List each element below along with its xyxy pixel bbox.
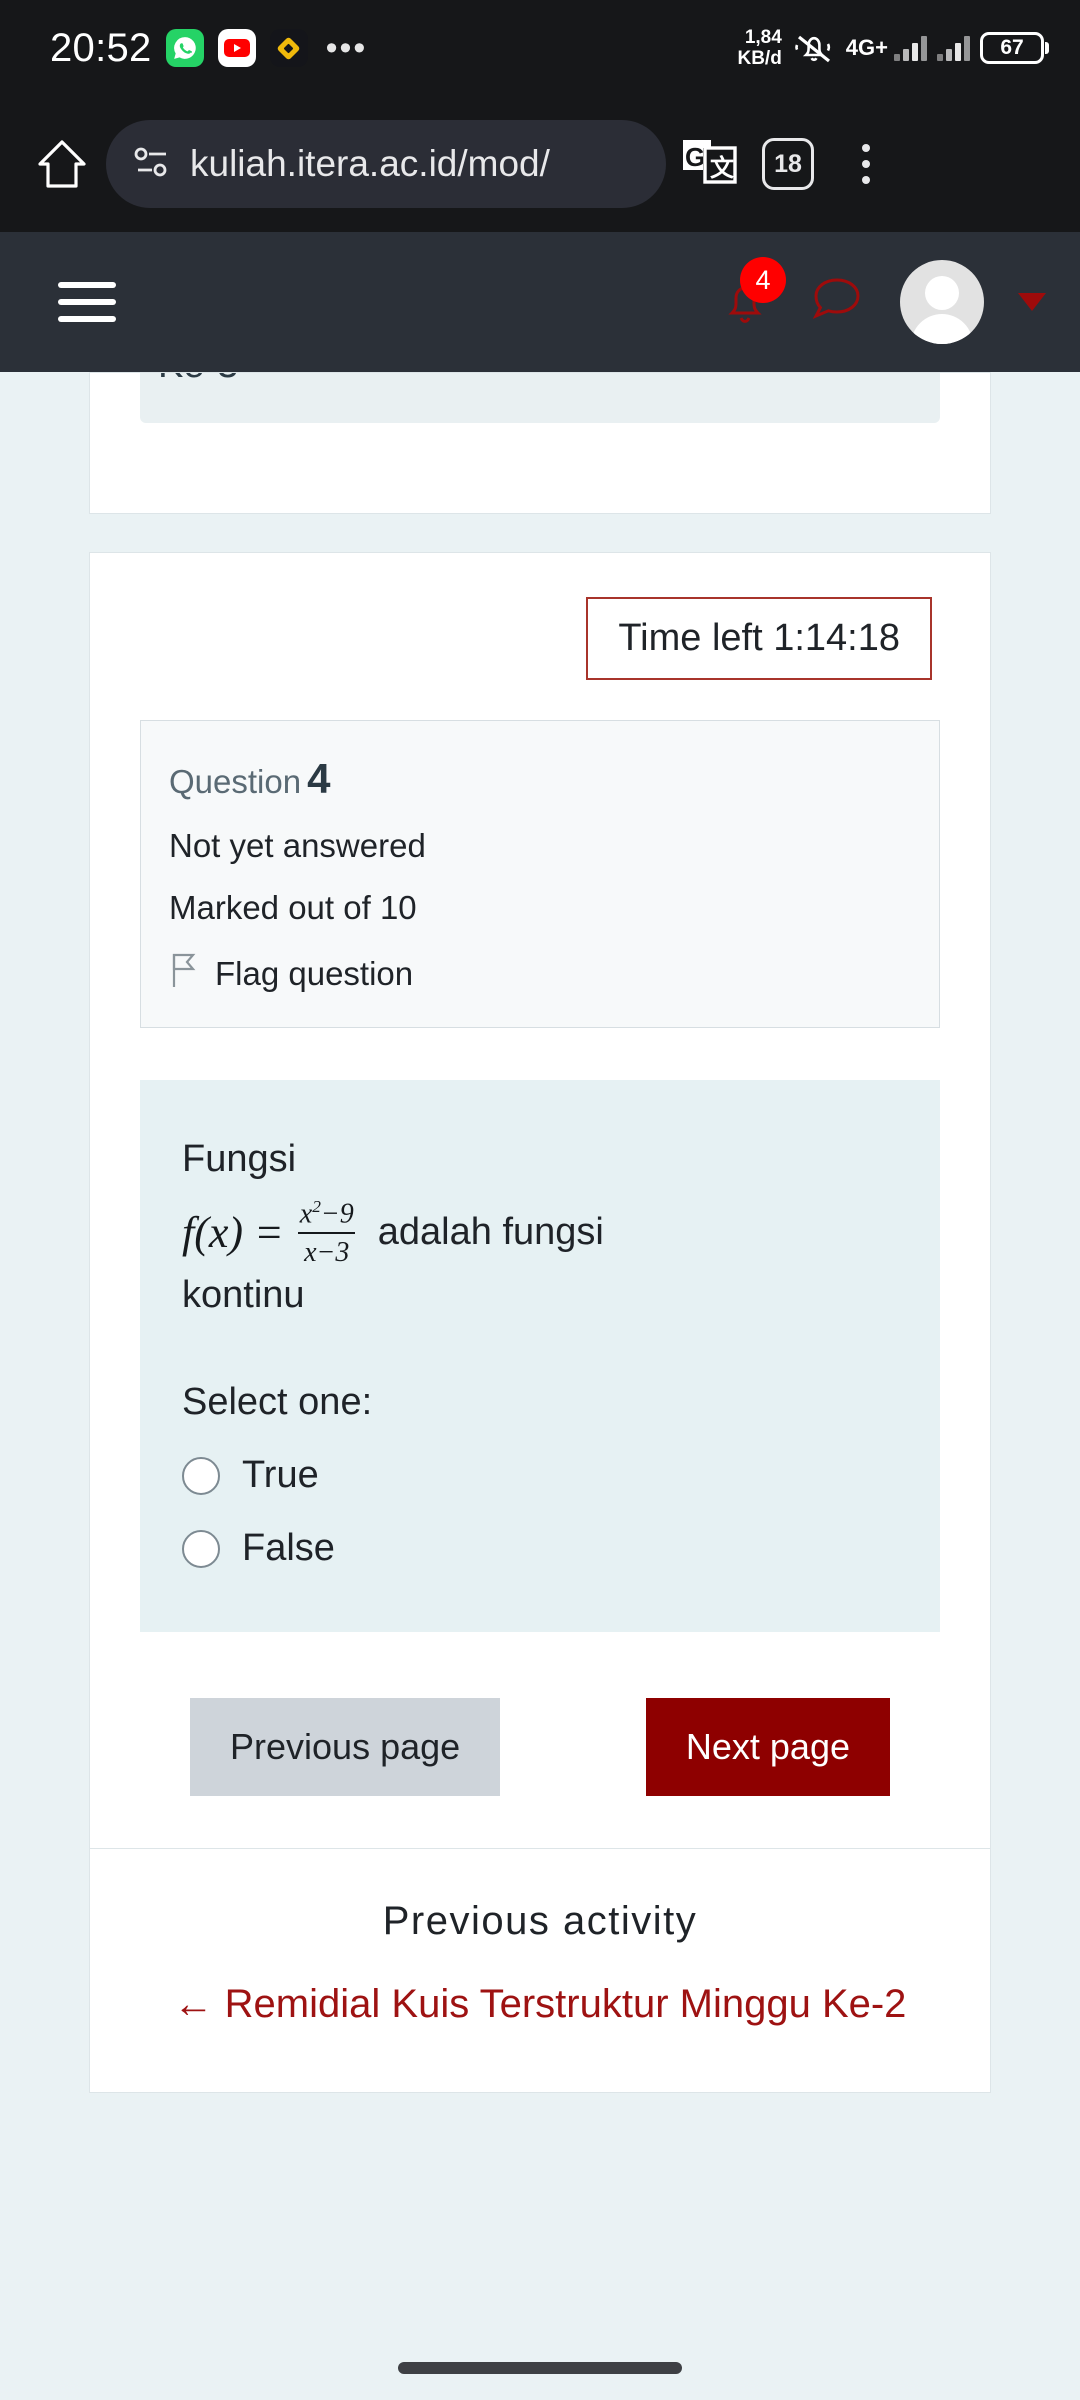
page-body: Ke-3 Time left 1:14:18 Question4 Not yet… (0, 372, 1080, 2400)
svg-text:文: 文 (710, 154, 735, 182)
radio-true[interactable] (182, 1456, 220, 1495)
quiz-navigation-buttons: Previous page Next page (140, 1632, 940, 1848)
battery-indicator: 67 (980, 32, 1049, 64)
back-arrow-icon: ← (173, 1982, 214, 2027)
battery-percent: 67 (1000, 36, 1024, 59)
network-type-label: 4G+ (845, 35, 888, 60)
previous-activity-heading: Previous activity (382, 1899, 698, 1944)
home-icon[interactable] (28, 130, 96, 198)
question-number: 4 (307, 755, 331, 802)
previous-activity-section: Previous activity ← Remidial Kuis Terstr… (90, 1849, 990, 2092)
more-notifications-icon: ••• (325, 29, 368, 67)
select-one-label: Select one: (182, 1381, 373, 1424)
caret-down-icon[interactable] (1018, 293, 1046, 311)
timer-row: Time left 1:14:18 (140, 597, 940, 680)
bell-muted-icon (792, 29, 836, 67)
previous-card: Ke-3 (89, 372, 991, 514)
previous-activity-link[interactable]: ← Remidial Kuis Terstruktur Minggu Ke-2 (174, 1982, 907, 2026)
question-word: Question (169, 763, 302, 800)
formula-denominator: x−3 (298, 1231, 356, 1268)
svg-text:G: G (685, 142, 705, 172)
previous-activity-link-text[interactable]: Remidial Kuis Terstruktur Minggu Ke-2 (225, 1982, 907, 2026)
question-body: Fungsi f(x) = x2−9 x−3 adalah fungsi kon… (140, 1080, 940, 1633)
math-formula: f(x) = x2−9 x−3 (182, 1197, 360, 1268)
signal-bars-sim1 (894, 35, 927, 61)
quiz-inner: Time left 1:14:18 Question 4 Not yet answ… (90, 553, 990, 1848)
formula-numerator: x2−9 (294, 1197, 360, 1232)
data-rate-unit: KB/d (737, 48, 782, 69)
question-info-box: Question 4 Not yet answered Marked out of… (140, 720, 940, 1028)
signal-bars-sim2 (937, 35, 970, 61)
tab-counter-button[interactable]: 18 (754, 130, 822, 198)
quiz-timer: Time left 1:14:18 (586, 597, 932, 680)
question-marks: Marked out of 10 (169, 889, 417, 926)
previous-card-title: Ke-3 (140, 373, 940, 423)
browser-toolbar: kuliah.itera.ac.id/mod/ G 文 18 (0, 96, 1080, 232)
numerator-base: x (299, 1198, 313, 1230)
data-rate-value: 1,84 (744, 27, 782, 48)
formula-lhs: f(x) = (182, 1208, 284, 1258)
flag-icon (169, 951, 199, 997)
previous-page-button[interactable]: Previous page (190, 1698, 501, 1797)
radio-false[interactable] (182, 1529, 220, 1568)
question-heading: Question 4 (169, 755, 911, 803)
answer-option-true[interactable]: True (182, 1454, 898, 1497)
whatsapp-icon (165, 29, 204, 67)
navbar-actions: 4 (716, 257, 1046, 344)
notification-badge: 4 (740, 257, 786, 303)
answer-label-false[interactable]: False (242, 1527, 335, 1570)
status-bar-left: 20:52 ••• (50, 26, 367, 71)
question-state: Not yet answered (169, 827, 426, 864)
next-page-button[interactable]: Next page (645, 1698, 890, 1797)
clock: 20:52 (50, 25, 152, 70)
question-tail: adalah fungsi (377, 1211, 604, 1254)
avatar[interactable] (900, 260, 984, 344)
question-formula-line: f(x) = x2−9 x−3 adalah fungsi (182, 1197, 898, 1268)
answer-label-true[interactable]: True (242, 1454, 319, 1497)
formula-fraction: x2−9 x−3 (294, 1197, 360, 1268)
notifications-button[interactable]: 4 (716, 257, 786, 333)
status-bar-right: 1,84 KB/d 4G+ 67 (737, 27, 1049, 69)
card-gap (0, 514, 1080, 552)
url-text[interactable]: kuliah.itera.ac.id/mod/ (190, 143, 550, 185)
google-translate-icon[interactable]: G 文 (676, 130, 744, 198)
android-status-bar: 20:52 ••• 1,84 KB/d 4G+ 67 (0, 0, 1080, 96)
message-bubble-icon[interactable] (808, 272, 866, 333)
numerator-rest: −9 (320, 1198, 354, 1230)
hamburger-icon[interactable] (58, 282, 116, 322)
kebab-menu-icon[interactable] (832, 130, 900, 198)
gesture-home-bar[interactable] (0, 2362, 1080, 2374)
question-lead: Fungsi (182, 1138, 297, 1180)
flag-question-label: Flag question (215, 955, 414, 992)
omnibox[interactable]: kuliah.itera.ac.id/mod/ (106, 120, 666, 208)
quiz-card: Time left 1:14:18 Question 4 Not yet answ… (89, 552, 991, 2094)
tab-count: 18 (774, 149, 802, 178)
data-rate-indicator: 1,84 KB/d (737, 27, 781, 69)
numerator-exponent: 2 (312, 1197, 321, 1217)
youtube-icon (217, 29, 256, 67)
binance-icon (269, 29, 308, 67)
answer-option-false[interactable]: False (182, 1527, 898, 1570)
page-info-icon[interactable] (132, 145, 172, 184)
moodle-navbar: 4 (0, 232, 1080, 372)
flag-question-button[interactable]: Flag question (169, 951, 911, 997)
question-tail2: kontinu (182, 1274, 305, 1317)
